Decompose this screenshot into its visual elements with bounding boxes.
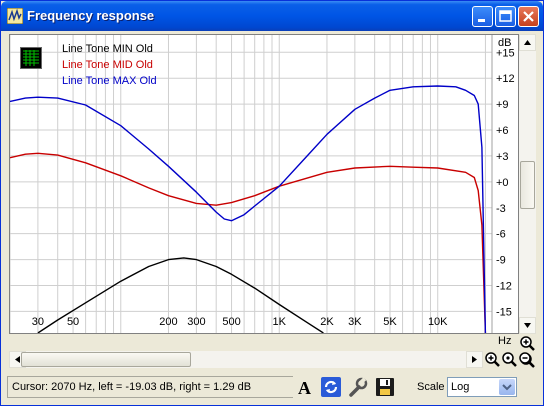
scale-selected-value: Log: [451, 381, 470, 393]
scale-label: Scale: [417, 381, 445, 393]
minimize-button[interactable]: [472, 6, 493, 27]
x-tick-label: 2K: [320, 316, 334, 328]
close-button[interactable]: [518, 6, 539, 27]
y-tick-label: +3: [496, 151, 509, 163]
arrow-right-icon: [472, 356, 477, 363]
x-tick-label: 200: [159, 316, 177, 328]
save-icon: [376, 378, 394, 396]
y-tick-label: +15: [496, 47, 515, 59]
x-tick-label: 30: [32, 316, 44, 328]
vertical-scroll-thumb[interactable]: [520, 161, 535, 209]
refresh-icon: [321, 377, 341, 397]
scale-dropdown[interactable]: Log: [447, 377, 517, 397]
wrench-icon: [349, 377, 368, 397]
status-bar: Cursor: 2070 Hz, left = -19.03 dB, right…: [5, 373, 539, 402]
chevron-down-icon: [502, 384, 512, 391]
vertical-zoom-in-button[interactable]: [519, 335, 536, 352]
x-tick-label: 50: [67, 316, 79, 328]
x-tick-label: 1K: [273, 316, 287, 328]
graph-thumbnail-icon[interactable]: [20, 47, 42, 69]
y-tick-label: -6: [496, 229, 506, 241]
horizontal-zoom-in-button[interactable]: [484, 351, 501, 368]
x-tick-label: 300: [187, 316, 205, 328]
series-line-2: [10, 85, 487, 333]
svg-text:A: A: [298, 378, 311, 398]
y-tick-label: -12: [496, 280, 512, 292]
x-tick-label: 500: [222, 316, 240, 328]
arrow-down-icon: [524, 323, 531, 328]
legend-entry-max: Line Tone MAX Old: [62, 75, 157, 87]
save-button[interactable]: [373, 375, 397, 399]
frequency-response-window: Frequency response +15 +12 +9 +6 +3 +0 -3 -6 -9 -…: [0, 0, 544, 406]
y-tick-label: +6: [496, 125, 509, 137]
cursor-readout: Cursor: 2070 Hz, left = -19.03 dB, right…: [7, 376, 295, 398]
y-axis-unit: dB: [498, 37, 512, 49]
legend-entry-mid: Line Tone MID Old: [62, 59, 153, 71]
y-tick-label: -9: [496, 255, 506, 267]
minimize-icon: [478, 19, 485, 22]
legend-entry-min: Line Tone MIN Old: [62, 43, 153, 55]
scroll-up-button[interactable]: [519, 34, 536, 51]
y-tick-label: -3: [496, 203, 506, 215]
font-icon: A: [298, 378, 311, 398]
y-tick-label: -15: [496, 306, 512, 318]
x-tick-label: 10K: [428, 316, 448, 328]
font-button[interactable]: A: [293, 375, 317, 399]
horizontal-scroll-thumb[interactable]: [21, 352, 191, 367]
vertical-scrollbar[interactable]: [519, 34, 536, 334]
x-tick-label: 3K: [348, 316, 362, 328]
frequency-response-chart[interactable]: +15 +12 +9 +6 +3 +0 -3 -6 -9 -12 -15 30 50 200 300 500 1…: [9, 34, 519, 347]
dropdown-arrow-button[interactable]: [499, 379, 515, 395]
horizontal-scrollbar[interactable]: [9, 351, 483, 368]
chart-series-layer: [10, 85, 487, 333]
zoom-in-icon: [485, 352, 500, 367]
scroll-down-button[interactable]: [519, 317, 536, 334]
settings-button[interactable]: [346, 375, 370, 399]
x-axis-unit: Hz: [498, 335, 512, 347]
horizontal-zoom-reset-button[interactable]: [501, 351, 518, 368]
zoom-out-icon: [519, 352, 534, 367]
refresh-button[interactable]: [319, 375, 343, 399]
zoom-reset-icon: [502, 352, 517, 367]
maximize-button[interactable]: [495, 6, 516, 27]
y-tick-label: +12: [496, 73, 515, 85]
horizontal-zoom-out-button[interactable]: [518, 351, 535, 368]
y-tick-label: +0: [496, 177, 509, 189]
zoom-in-icon: [520, 336, 535, 351]
title-bar[interactable]: Frequency response: [1, 1, 543, 31]
window-title: Frequency response: [27, 8, 155, 23]
x-tick-label: 5K: [383, 316, 397, 328]
waveform-app-icon[interactable]: [6, 7, 24, 25]
scroll-right-button[interactable]: [466, 351, 483, 368]
y-tick-label: +9: [496, 99, 509, 111]
arrow-up-icon: [524, 40, 531, 45]
close-icon: [523, 11, 534, 22]
maximize-icon: [499, 10, 512, 22]
